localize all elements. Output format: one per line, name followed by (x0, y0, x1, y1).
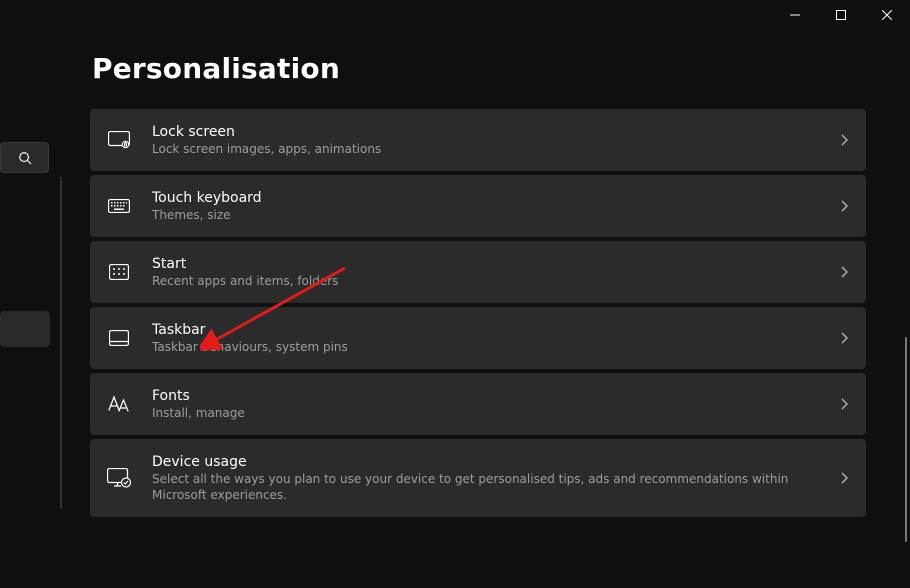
row-desc: Themes, size (152, 208, 822, 224)
chevron-right-icon (840, 472, 848, 484)
row-desc: Install, manage (152, 406, 822, 422)
row-title: Taskbar (152, 321, 822, 339)
start-menu-icon (109, 264, 129, 280)
chevron-right-icon (840, 200, 848, 212)
row-lock-screen[interactable]: Lock screen Lock screen images, apps, an… (90, 109, 866, 171)
close-button[interactable] (864, 0, 910, 30)
row-fonts[interactable]: Fonts Install, manage (90, 373, 866, 435)
row-title: Lock screen (152, 123, 822, 141)
page-title: Personalisation (92, 52, 880, 85)
left-rail (0, 0, 50, 588)
chevron-right-icon (840, 134, 848, 146)
main-content: Personalisation Lock screen Lock screen … (90, 52, 880, 572)
search-button[interactable] (0, 142, 49, 173)
row-desc: Select all the ways you plan to use your… (152, 472, 822, 503)
row-title: Device usage (152, 453, 822, 471)
search-icon (18, 151, 32, 165)
chevron-right-icon (840, 332, 848, 344)
fonts-icon (107, 395, 131, 413)
window-controls (772, 0, 910, 32)
maximize-button[interactable] (818, 0, 864, 30)
row-device-usage[interactable]: Device usage Select all the ways you pla… (90, 439, 866, 517)
chevron-right-icon (840, 266, 848, 278)
divider-line (60, 177, 62, 509)
row-title: Touch keyboard (152, 189, 822, 207)
scrollbar-thumb[interactable] (905, 337, 907, 542)
device-usage-icon (107, 468, 131, 488)
nav-selected-item[interactable] (0, 311, 50, 347)
row-touch-keyboard[interactable]: Touch keyboard Themes, size (90, 175, 866, 237)
row-desc: Lock screen images, apps, animations (152, 142, 822, 158)
row-desc: Recent apps and items, folders (152, 274, 822, 290)
row-title: Start (152, 255, 822, 273)
row-taskbar[interactable]: Taskbar Taskbar behaviours, system pins (90, 307, 866, 369)
keyboard-icon (108, 199, 130, 213)
chevron-right-icon (840, 398, 848, 410)
minimize-button[interactable] (772, 0, 818, 30)
lock-screen-icon (108, 131, 130, 149)
taskbar-icon (109, 330, 129, 346)
row-start[interactable]: Start Recent apps and items, folders (90, 241, 866, 303)
settings-list: Lock screen Lock screen images, apps, an… (90, 109, 866, 517)
row-desc: Taskbar behaviours, system pins (152, 340, 822, 356)
row-title: Fonts (152, 387, 822, 405)
